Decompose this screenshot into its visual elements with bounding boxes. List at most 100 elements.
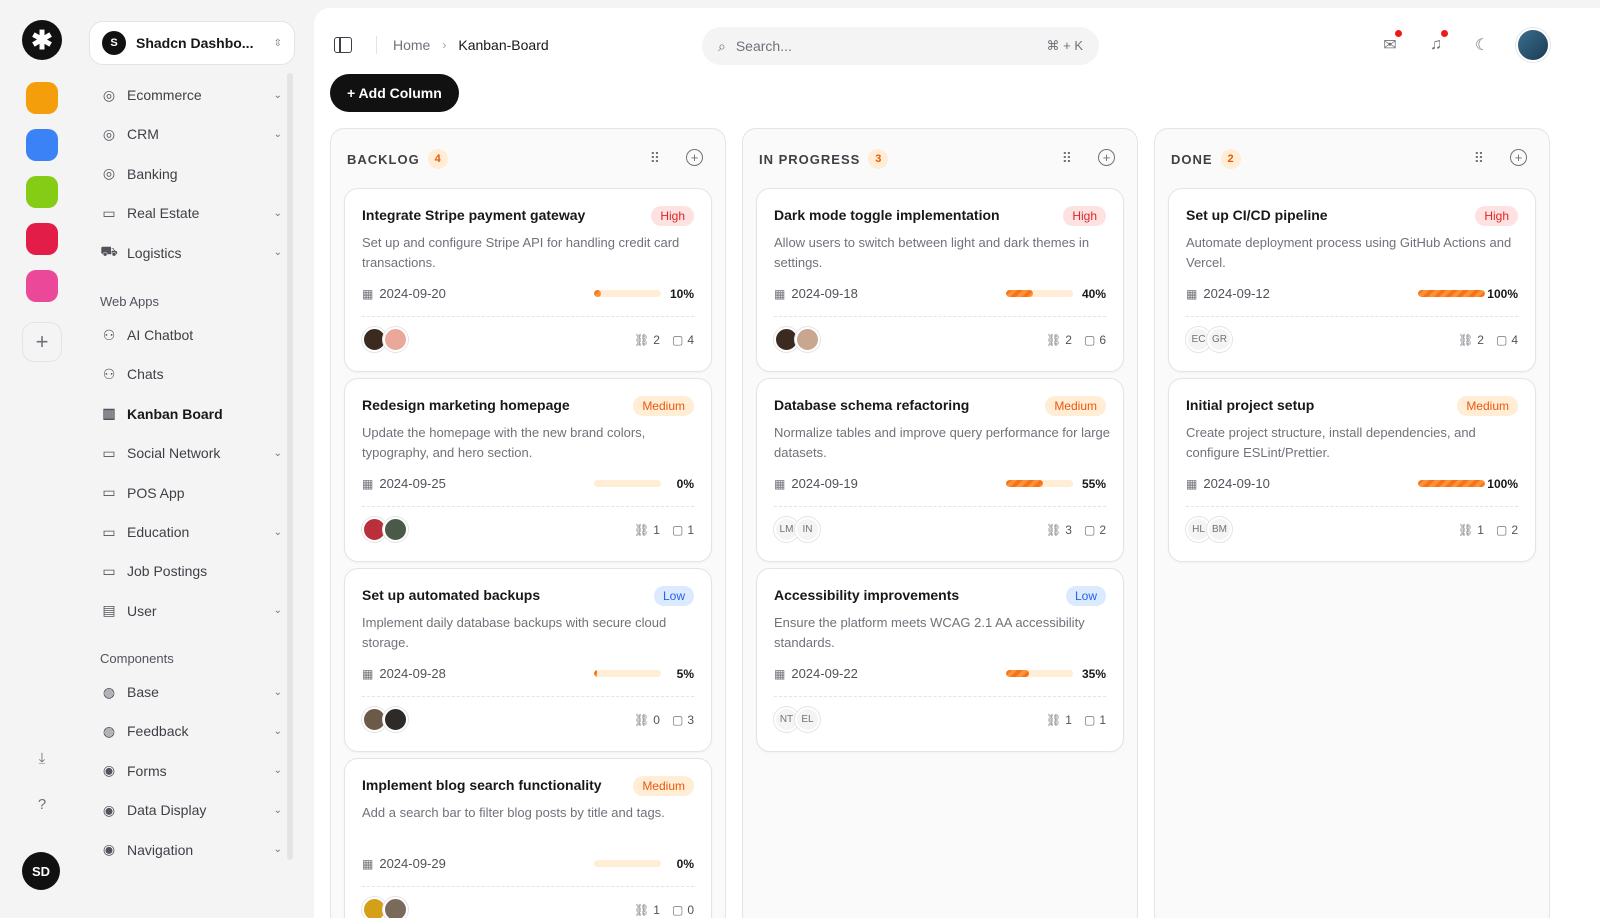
- chevron-right-icon: ›: [442, 38, 447, 52]
- comment-count: 1: [1099, 713, 1106, 727]
- sidebar-item-logistics[interactable]: ⛟ Logistics ⌄: [96, 237, 286, 269]
- attachments[interactable]: ⛓ 1: [634, 523, 660, 537]
- comment-icon: ▢: [1083, 523, 1096, 537]
- owl-app-icon[interactable]: [26, 176, 58, 208]
- chevron-updown-icon: ⇳: [273, 37, 282, 49]
- workspace-switcher[interactable]: S Shadcn Dashbo... ⇳: [89, 21, 295, 65]
- priority-badge: Medium: [633, 396, 694, 416]
- comments[interactable]: ▢ 2: [1084, 523, 1106, 537]
- comments[interactable]: ▢ 4: [672, 333, 694, 347]
- sidebar-item-navigation[interactable]: ◉ Navigation ⌄: [96, 834, 286, 866]
- drag-handle-icon[interactable]: ⠿: [1474, 150, 1484, 167]
- sidebar-item-banking[interactable]: ◎ Banking: [96, 158, 286, 190]
- progress-percent: 5%: [676, 667, 694, 681]
- add-card-icon[interactable]: +: [686, 149, 703, 166]
- task-card[interactable]: Redesign marketing homepage Medium Update …: [344, 378, 712, 562]
- attachments[interactable]: ⛓ 1: [1046, 713, 1072, 727]
- moon-icon[interactable]: ☾: [1471, 34, 1493, 56]
- card-meta: ⛓ 1 ▢ 2: [1458, 523, 1518, 537]
- progress-percent: 35%: [1081, 667, 1106, 681]
- attachments[interactable]: ⛓ 2: [1046, 333, 1072, 347]
- assignee-avatar[interactable]: EL: [795, 707, 820, 732]
- attachments[interactable]: ⛓ 2: [1458, 333, 1484, 347]
- priority-badge: Low: [1065, 586, 1106, 606]
- sidebar-item-feedback[interactable]: ◍ Feedback ⌄: [96, 715, 286, 747]
- task-card[interactable]: Accessibility improvements Low Ensure the …: [756, 568, 1124, 752]
- task-card[interactable]: Database schema refactoring Medium Normali…: [756, 378, 1124, 562]
- comment-count: 6: [1099, 333, 1106, 347]
- comments[interactable]: ▢ 4: [1496, 333, 1518, 347]
- assignee-avatar[interactable]: [383, 897, 408, 918]
- progress-bar: [1418, 290, 1485, 297]
- assignee-avatar[interactable]: [383, 517, 408, 542]
- task-card[interactable]: Set up CI/CD pipeline High Automate deploy…: [1168, 188, 1536, 372]
- sidebar-item-user[interactable]: ▤ User ⌄: [96, 595, 286, 627]
- mail-icon[interactable]: ✉: [1379, 30, 1402, 56]
- sidebar-item-ecommerce[interactable]: ◎ Ecommerce ⌄: [96, 79, 286, 111]
- comments[interactable]: ▢ 1: [672, 523, 694, 537]
- sidebar-item-base[interactable]: ◍ Base ⌄: [96, 676, 286, 708]
- task-card[interactable]: Initial project setup Medium Create projec…: [1168, 378, 1536, 562]
- comments[interactable]: ▢ 0: [672, 903, 694, 917]
- sidebar-item-ai-chatbot[interactable]: ⚇ AI Chatbot: [96, 319, 286, 351]
- profile-avatar[interactable]: [1516, 28, 1550, 62]
- search-input[interactable]: ⌕ Search... ⌘ + K: [702, 27, 1099, 65]
- task-card[interactable]: Set up automated backups Low Implement dai…: [344, 568, 712, 752]
- notes-app-icon[interactable]: [26, 82, 58, 114]
- task-card[interactable]: Integrate Stripe payment gateway High Set …: [344, 188, 712, 372]
- sidebar-item-job-postings[interactable]: ▭ Job Postings: [96, 555, 286, 587]
- bell-icon[interactable]: ♫: [1425, 30, 1448, 56]
- assignees: EC GR: [1186, 327, 1232, 352]
- add-column-button[interactable]: + Add Column: [330, 74, 459, 112]
- sidebar-item-kanban-board[interactable]: ▥ Kanban Board: [96, 398, 286, 430]
- comments[interactable]: ▢ 1: [1084, 713, 1106, 727]
- card-divider: [774, 696, 1106, 697]
- progress-bar: [594, 670, 661, 677]
- sidebar-toggle-icon[interactable]: [334, 37, 352, 53]
- sidebar-item-pos-app[interactable]: ▭ POS App: [96, 477, 286, 509]
- sidebar-item-crm[interactable]: ◎ CRM ⌄: [96, 118, 286, 150]
- comments[interactable]: ▢ 3: [672, 713, 694, 727]
- drag-handle-icon[interactable]: ⠿: [650, 150, 660, 167]
- breadcrumb-home[interactable]: Home: [393, 37, 430, 53]
- comments[interactable]: ▢ 6: [1084, 333, 1106, 347]
- due-date: ▦ 2024-09-22: [774, 666, 858, 681]
- assignee-avatar[interactable]: BM: [1207, 517, 1232, 542]
- sidebar-item-real-estate[interactable]: ▭ Real Estate ⌄: [96, 197, 286, 229]
- drag-handle-icon[interactable]: ⠿: [1062, 150, 1072, 167]
- sidebar-item-social-network[interactable]: ▭ Social Network ⌄: [96, 437, 286, 469]
- slack-app-icon[interactable]: [26, 270, 58, 302]
- sidebar-scrollbar[interactable]: [287, 73, 293, 860]
- card-description: Ensure the platform meets WCAG 2.1 AA ac…: [774, 615, 1085, 650]
- sidebar-item-forms[interactable]: ◉ Forms ⌄: [96, 755, 286, 787]
- assignee-avatar[interactable]: GR: [1207, 327, 1232, 352]
- add-card-icon[interactable]: +: [1098, 149, 1115, 166]
- add-card-icon[interactable]: +: [1510, 149, 1527, 166]
- sidebar-item-education[interactable]: ▭ Education ⌄: [96, 516, 286, 548]
- attachments[interactable]: ⛓ 1: [1458, 523, 1484, 537]
- assignee-avatar[interactable]: [383, 707, 408, 732]
- comments[interactable]: ▢ 2: [1496, 523, 1518, 537]
- sidebar: S Shadcn Dashbo... ⇳ ◎ Ecommerce ⌄ ◎ CRM ⌄ ◎ Ba…: [82, 0, 304, 910]
- task-card[interactable]: Implement blog search functionality Mediu…: [344, 758, 712, 918]
- assignee-avatar[interactable]: [383, 327, 408, 352]
- sidebar-item-chats[interactable]: ⚇ Chats: [96, 358, 286, 390]
- attachments[interactable]: ⛓ 2: [634, 333, 660, 347]
- sidebar-item-data-display[interactable]: ◉ Data Display ⌄: [96, 794, 286, 826]
- cloud-download-icon[interactable]: ⤓: [30, 746, 54, 770]
- card-divider: [362, 316, 694, 317]
- assignee-avatar[interactable]: IN: [795, 517, 820, 542]
- phone-app-icon[interactable]: [26, 129, 58, 161]
- card-description: Allow users to switch between light and …: [774, 235, 1090, 270]
- attachments[interactable]: ⛓ 1: [634, 903, 660, 917]
- brand-logo-icon[interactable]: ✱: [22, 20, 62, 60]
- assignee-avatar[interactable]: [795, 327, 820, 352]
- card-meta: ⛓ 1 ▢ 0: [634, 903, 694, 917]
- user-avatar[interactable]: SD: [22, 852, 60, 890]
- attachments[interactable]: ⛓ 3: [1046, 523, 1072, 537]
- attachments[interactable]: ⛓ 0: [634, 713, 660, 727]
- task-card[interactable]: Dark mode toggle implementation High Allow…: [756, 188, 1124, 372]
- cube-app-icon[interactable]: [26, 223, 58, 255]
- help-icon[interactable]: ?: [30, 792, 54, 816]
- add-app-icon[interactable]: +: [22, 322, 62, 362]
